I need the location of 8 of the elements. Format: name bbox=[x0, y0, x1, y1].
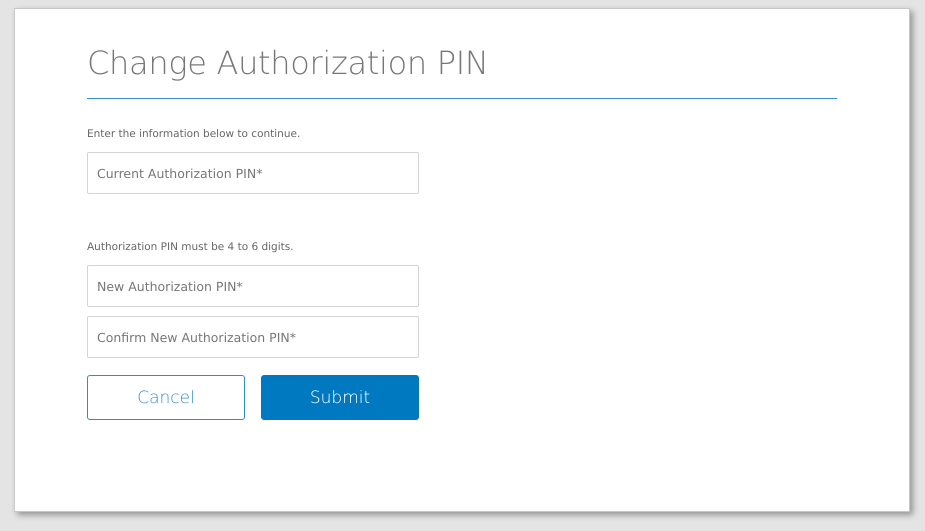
cancel-button[interactable]: Cancel bbox=[87, 375, 245, 420]
input-field[interactable]: Confirm New Authorization PIN* bbox=[87, 316, 419, 358]
input-field[interactable]: Current Authorization PIN* bbox=[87, 152, 419, 194]
page-title: Change Authorization PIN bbox=[87, 43, 490, 83]
instruction-text: Enter the information below to continue. bbox=[87, 127, 302, 141]
instruction-text: Authorization PIN must be 4 to 6 digits. bbox=[87, 240, 295, 254]
submit-button[interactable]: Submit bbox=[261, 375, 419, 420]
input-field[interactable]: New Authorization PIN* bbox=[87, 265, 419, 307]
